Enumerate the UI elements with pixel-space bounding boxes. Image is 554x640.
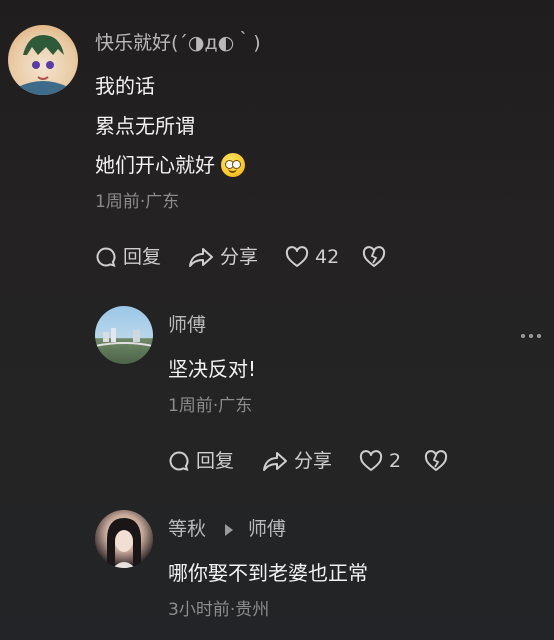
smiling-face-emoji-icon	[221, 152, 245, 177]
comment-author[interactable]: 等秋	[168, 517, 206, 541]
like-count: 2	[389, 450, 402, 472]
more-options-icon[interactable]	[521, 334, 541, 338]
heart-icon	[359, 450, 383, 471]
reply-to-user[interactable]: 师傅	[248, 517, 286, 541]
share-label: 分享	[294, 450, 333, 472]
like-count: 42	[315, 246, 340, 268]
avatar[interactable]	[95, 510, 153, 568]
comment-author[interactable]: 师傅	[168, 313, 206, 337]
avatar[interactable]	[8, 25, 78, 95]
avatar[interactable]	[95, 306, 153, 364]
share-label: 分享	[220, 246, 259, 268]
reply-label: 回复	[123, 246, 162, 268]
like-button[interactable]: 2	[359, 449, 401, 473]
comment-meta: 1周前·广东	[95, 192, 180, 212]
share-arrow-icon	[263, 452, 287, 471]
reply-label: 回复	[196, 450, 235, 472]
comment-text-line: 我的话	[95, 74, 155, 98]
share-button[interactable]: 分享	[262, 449, 332, 473]
share-arrow-icon	[189, 248, 213, 267]
comment-text: 哪你娶不到老婆也正常	[168, 561, 368, 585]
heart-icon	[285, 246, 309, 267]
comment-meta: 3小时前·贵州	[168, 600, 270, 620]
comment-author[interactable]: 快乐就好(´◑д◐｀)	[95, 31, 261, 55]
comment-text-line: 她们开心就好	[95, 153, 215, 177]
comment-meta: 1周前·广东	[168, 396, 253, 416]
broken-heart-icon	[424, 450, 448, 471]
share-button[interactable]: 分享	[188, 245, 258, 269]
reply-bubble-icon	[169, 451, 189, 471]
dislike-button[interactable]	[362, 246, 386, 272]
like-button[interactable]: 42	[285, 245, 339, 269]
comment-text-line-wrap: 她们开心就好	[95, 152, 245, 179]
reply-button[interactable]: 回复	[95, 245, 161, 269]
broken-heart-icon	[362, 246, 386, 267]
reply-arrow-icon	[224, 522, 234, 541]
comment-text: 坚决反对!	[168, 357, 257, 381]
reply-button[interactable]: 回复	[168, 449, 234, 473]
dislike-button[interactable]	[424, 450, 448, 476]
comment-text-line: 累点无所谓	[95, 114, 195, 138]
reply-bubble-icon	[96, 247, 116, 267]
